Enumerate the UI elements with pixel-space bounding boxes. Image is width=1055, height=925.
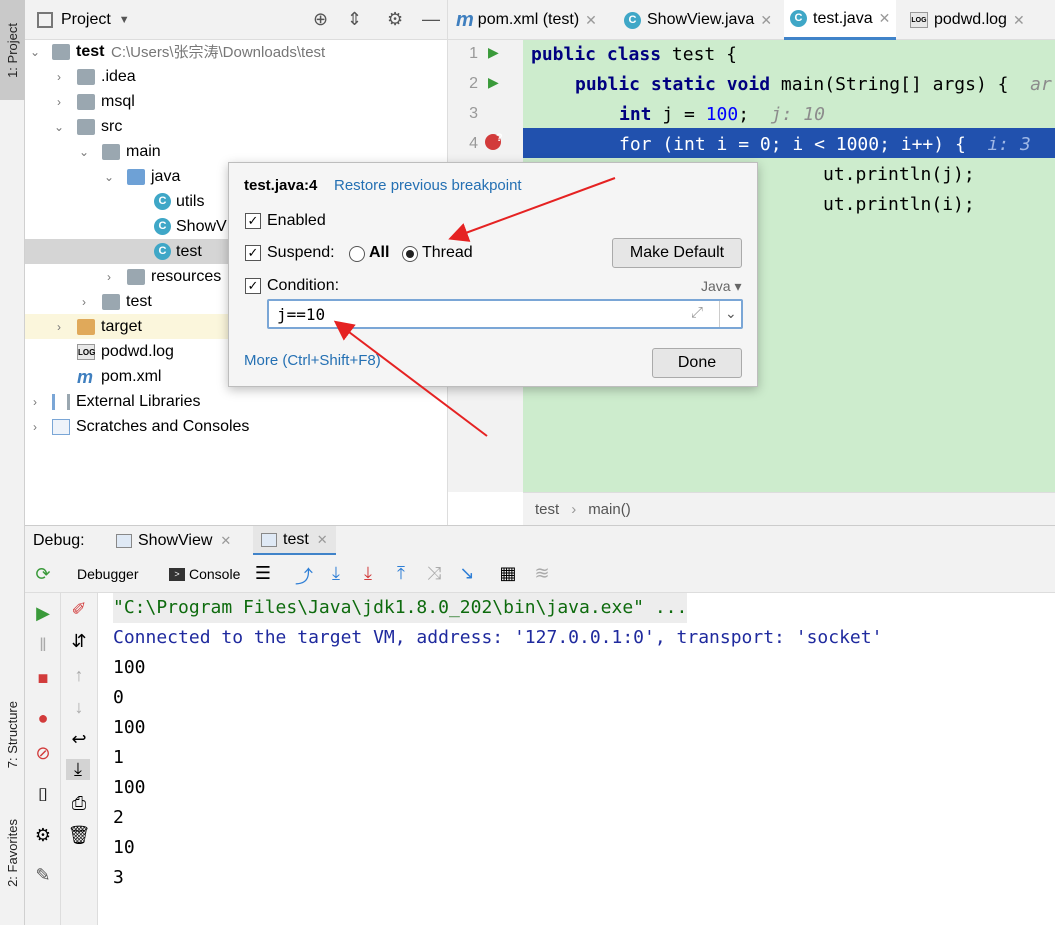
annotation-arrow	[448, 177, 616, 242]
annotation-arrow	[333, 320, 488, 437]
annotation-arrows	[333, 177, 616, 437]
